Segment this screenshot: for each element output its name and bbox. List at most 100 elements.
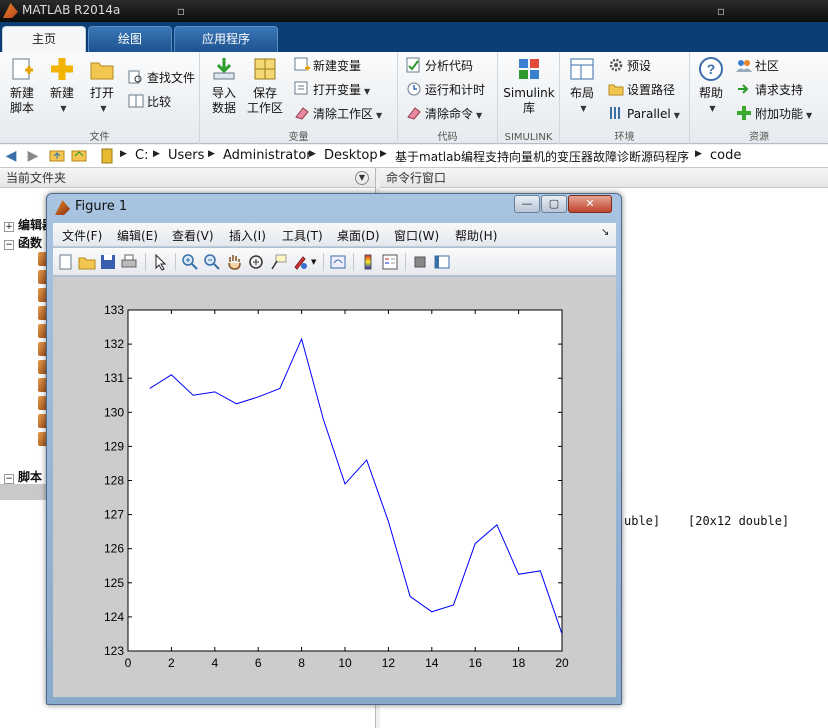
community-button[interactable]: 社区 bbox=[736, 56, 779, 76]
rotate-3d-icon[interactable] bbox=[247, 253, 265, 271]
chevron-down-icon: ▼ bbox=[580, 104, 587, 113]
compare-label: 比较 bbox=[147, 95, 172, 109]
clear-commands-button[interactable]: 清除命令 ▼ bbox=[406, 104, 482, 124]
y-tick-label: 131 bbox=[104, 371, 124, 385]
line-plot[interactable]: 0 2 4 6 8 10 12 14 16 18 20 123 124 125 126 127 128 129 13… bbox=[53, 277, 616, 697]
expand-icon[interactable]: + bbox=[4, 222, 14, 232]
clear-workspace-button[interactable]: 清除工作区 ▼ bbox=[294, 104, 382, 124]
breadcrumb-c[interactable]: C: bbox=[135, 148, 148, 163]
new-script-button[interactable]: 新建 脚本 bbox=[4, 56, 40, 116]
back-arrow-icon[interactable]: ◀ bbox=[2, 148, 20, 164]
forward-arrow-icon[interactable]: ▶ bbox=[24, 148, 42, 164]
chevron-down-icon: ▼ bbox=[673, 111, 680, 120]
maximize-button[interactable]: ▢ bbox=[541, 195, 567, 213]
y-tick-label: 133 bbox=[104, 303, 124, 317]
set-path-button[interactable]: 设置路径 bbox=[608, 80, 675, 100]
x-tick-label: 20 bbox=[555, 656, 569, 670]
show-plot-tools-icon[interactable] bbox=[433, 253, 451, 271]
colorbar-icon[interactable] bbox=[359, 253, 377, 271]
menu-window[interactable]: 窗口(W) bbox=[394, 227, 439, 244]
matlab-logo-icon bbox=[3, 3, 18, 18]
panel-menu-icon[interactable]: ▼ bbox=[355, 171, 369, 185]
import-data-button[interactable]: 导入 数据 bbox=[206, 56, 242, 116]
window-control-icon[interactable]: ▫ bbox=[170, 4, 192, 18]
y-tick-label: 128 bbox=[104, 474, 124, 488]
window-control-icon[interactable]: ▫ bbox=[710, 4, 732, 18]
layout-button[interactable]: 布局 ▼ bbox=[566, 56, 598, 116]
open-variable-button[interactable]: 打开变量 ▼ bbox=[294, 80, 370, 100]
open-icon[interactable] bbox=[78, 253, 96, 271]
y-tick-label: 125 bbox=[104, 576, 124, 590]
x-tick-label: 18 bbox=[512, 656, 526, 670]
run-and-time-icon bbox=[406, 81, 422, 97]
preferences-button[interactable]: 预设 bbox=[608, 56, 651, 76]
minimize-button[interactable]: — bbox=[514, 195, 540, 213]
tree-section-scripts[interactable]: − 脚本 bbox=[4, 468, 42, 485]
close-button[interactable]: ✕ bbox=[568, 195, 612, 213]
eraser-icon bbox=[406, 105, 422, 121]
menu-tools[interactable]: 工具(T) bbox=[282, 227, 323, 244]
breadcrumb-users[interactable]: Users bbox=[168, 148, 204, 163]
save-workspace-button[interactable]: 保存 工作区 bbox=[246, 56, 284, 116]
collapse-icon[interactable]: − bbox=[4, 474, 14, 484]
menu-view[interactable]: 查看(V) bbox=[172, 227, 214, 244]
find-files-button[interactable]: 查找文件 bbox=[128, 68, 195, 88]
collapse-icon[interactable]: − bbox=[4, 240, 14, 250]
compare-button[interactable]: 比较 bbox=[128, 92, 171, 112]
parallel-button[interactable]: Parallel ▼ bbox=[608, 104, 680, 124]
hide-plot-tools-icon[interactable] bbox=[411, 253, 429, 271]
x-tick-label: 4 bbox=[211, 656, 218, 670]
browse-folder-icon[interactable] bbox=[70, 148, 88, 164]
save-icon[interactable] bbox=[99, 253, 117, 271]
analyze-code-button[interactable]: 分析代码 bbox=[406, 56, 473, 76]
import-data-icon bbox=[211, 56, 237, 82]
legend-icon[interactable] bbox=[381, 253, 399, 271]
chevron-down-icon[interactable]: ▼ bbox=[311, 258, 316, 266]
breadcrumb-separator-icon: ▶ bbox=[208, 149, 215, 159]
menu-desktop[interactable]: 桌面(D) bbox=[337, 227, 380, 244]
tab-apps[interactable]: 应用程序 bbox=[174, 26, 278, 52]
request-support-button[interactable]: 请求支持 bbox=[736, 80, 803, 100]
simulink-group-label: SIMULINK bbox=[504, 132, 553, 143]
link-plot-icon[interactable] bbox=[329, 253, 347, 271]
help-button[interactable]: ? 帮助 ▼ bbox=[696, 56, 726, 116]
breadcrumb-desktop[interactable]: Desktop bbox=[324, 148, 378, 163]
breadcrumb-code[interactable]: code bbox=[710, 148, 741, 163]
zoom-in-icon[interactable] bbox=[181, 253, 199, 271]
zoom-out-icon[interactable] bbox=[203, 253, 221, 271]
addons-button[interactable]: 附加功能 ▼ bbox=[736, 104, 812, 124]
menu-edit[interactable]: 编辑(E) bbox=[117, 227, 158, 244]
new-button[interactable]: 新建 ▼ bbox=[44, 56, 80, 116]
print-icon[interactable] bbox=[120, 253, 138, 271]
brush-icon[interactable] bbox=[291, 253, 309, 271]
up-folder-icon[interactable] bbox=[48, 148, 66, 164]
import-data-label: 导入 数据 bbox=[211, 86, 236, 115]
breadcrumb-project-folder[interactable]: 基于matlab编程支持向量机的变压器故障诊断源码程序 bbox=[395, 148, 689, 165]
x-tick-label: 8 bbox=[298, 656, 305, 670]
menu-file[interactable]: 文件(F) bbox=[62, 227, 102, 244]
run-and-time-button[interactable]: 运行和计时 bbox=[406, 80, 485, 100]
chevron-down-icon: ▼ bbox=[476, 111, 483, 120]
tree-section-functions[interactable]: − 函数 bbox=[4, 234, 42, 251]
y-tick-label: 132 bbox=[104, 337, 124, 351]
simulink-library-button[interactable]: Simulink 库 bbox=[502, 56, 556, 116]
resources-group: ? 帮助 ▼ 社区 请求支持 附加功能 ▼ 资源 bbox=[690, 52, 828, 144]
new-variable-button[interactable]: 新建变量 bbox=[294, 56, 361, 76]
figure-canvas[interactable]: 0 2 4 6 8 10 12 14 16 18 20 123 124 125 126 127 128 129 13… bbox=[53, 277, 616, 697]
data-cursor-icon[interactable] bbox=[269, 253, 287, 271]
open-button[interactable]: 打开 ▼ bbox=[84, 56, 120, 116]
menu-help[interactable]: 帮助(H) bbox=[455, 227, 497, 244]
figure-window[interactable]: Figure 1 — ▢ ✕ 文件(F) 编辑(E) 查看(V) 插入(I) 工… bbox=[46, 193, 622, 705]
new-figure-icon[interactable] bbox=[57, 253, 75, 271]
figure-title-bar[interactable]: Figure 1 — ▢ ✕ bbox=[47, 194, 621, 220]
tab-home[interactable]: 主页 bbox=[2, 26, 86, 52]
breadcrumb-separator-icon: ▶ bbox=[695, 149, 702, 159]
new-plus-icon bbox=[49, 56, 75, 82]
gear-icon bbox=[608, 57, 624, 73]
breadcrumb-administrator[interactable]: Administrator bbox=[223, 148, 312, 163]
tab-plots[interactable]: 绘图 bbox=[88, 26, 172, 52]
select-arrow-icon[interactable] bbox=[151, 253, 169, 271]
menu-insert[interactable]: 插入(I) bbox=[229, 227, 266, 244]
dock-arrow-icon[interactable]: ↘ bbox=[601, 227, 609, 238]
pan-hand-icon[interactable] bbox=[225, 253, 243, 271]
